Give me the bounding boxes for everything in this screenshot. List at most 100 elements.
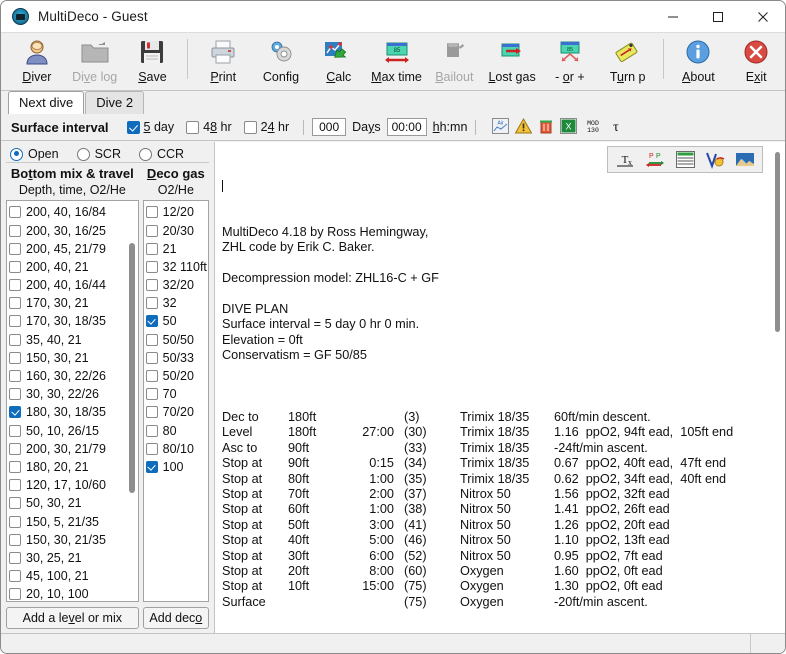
checkbox-box[interactable] bbox=[9, 570, 21, 583]
checkbox-box[interactable] bbox=[9, 351, 21, 364]
deco-gas-listbox[interactable]: 12/20 20/30 21 32 110ft 32/20 32 50 50/50 50/33 5… bbox=[142, 200, 209, 602]
checkbox-box[interactable] bbox=[145, 424, 158, 437]
toolbar-button-about[interactable]: About bbox=[670, 33, 728, 90]
checkbox-box[interactable] bbox=[145, 224, 158, 237]
bottom-mix-item[interactable]: 170, 30, 18/35 bbox=[9, 312, 138, 330]
bottom-mix-item[interactable]: 180, 30, 18/35 bbox=[9, 403, 138, 421]
bottom-mix-item[interactable]: 160, 30, 22/26 bbox=[9, 367, 138, 385]
table-grid-icon[interactable] bbox=[675, 150, 695, 169]
checkbox-box[interactable] bbox=[9, 315, 21, 328]
time-input[interactable]: 00:00 bbox=[386, 118, 427, 136]
checkbox-box[interactable] bbox=[9, 333, 21, 346]
bottom-mix-item[interactable]: 200, 45, 21/79 bbox=[9, 240, 138, 258]
toolbar-button-diver[interactable]: Diver bbox=[8, 33, 66, 90]
deco-gas-item[interactable]: 80 bbox=[145, 421, 208, 439]
checkbox-box[interactable] bbox=[145, 315, 158, 328]
excel-export-icon[interactable]: X bbox=[560, 117, 578, 137]
toolbar-button-plus-minus[interactable]: 85 - or + bbox=[541, 33, 599, 90]
checkbox-box[interactable] bbox=[9, 370, 21, 383]
bottom-mix-item[interactable]: 35, 40, 21 bbox=[9, 331, 138, 349]
profile-graph-icon[interactable] bbox=[705, 150, 725, 169]
checkbox-box[interactable] bbox=[145, 388, 158, 401]
bottom-mix-scrollbar[interactable] bbox=[126, 203, 137, 599]
checkbox-box[interactable] bbox=[145, 279, 158, 292]
checkbox-box[interactable] bbox=[145, 242, 158, 255]
deco-gas-item[interactable]: 50/50 bbox=[145, 331, 208, 349]
checkbox-box[interactable] bbox=[145, 206, 158, 219]
scrollbar-thumb[interactable] bbox=[128, 243, 135, 494]
close-icon[interactable] bbox=[740, 1, 785, 32]
deco-gas-item[interactable]: 70 bbox=[145, 385, 208, 403]
bottom-mix-item[interactable]: 30, 25, 21 bbox=[9, 549, 138, 567]
bottom-mix-listbox[interactable]: 200, 40, 16/84 200, 30, 16/25 200, 45, 21/… bbox=[6, 200, 139, 602]
checkbox-box[interactable] bbox=[145, 297, 158, 310]
checkbox-5-day[interactable]: 5 day bbox=[126, 120, 174, 134]
checkbox-box[interactable] bbox=[145, 442, 158, 455]
air-chart-icon[interactable]: Air bbox=[492, 117, 510, 137]
checkbox-box[interactable] bbox=[9, 224, 21, 237]
checkbox-box[interactable] bbox=[145, 406, 158, 419]
days-input[interactable]: 000 bbox=[312, 118, 347, 136]
bottom-mix-item[interactable]: 150, 5, 21/35 bbox=[9, 512, 138, 530]
checkbox-box[interactable] bbox=[9, 479, 21, 492]
bottom-mix-item[interactable]: 200, 30, 16/25 bbox=[9, 221, 138, 239]
checkbox-box[interactable] bbox=[9, 206, 21, 219]
deco-gas-item[interactable]: 50/20 bbox=[145, 367, 208, 385]
checkbox-box[interactable] bbox=[145, 370, 158, 383]
bottom-mix-item[interactable]: 30, 30, 22/26 bbox=[9, 385, 138, 403]
checkbox-box[interactable] bbox=[9, 551, 21, 564]
checkbox-box[interactable] bbox=[9, 497, 21, 510]
dive-photo-icon[interactable] bbox=[735, 150, 755, 169]
checkbox-box[interactable] bbox=[9, 424, 21, 437]
deco-gas-item[interactable]: 50/33 bbox=[145, 349, 208, 367]
deco-gas-item[interactable]: 21 bbox=[145, 240, 208, 258]
toolbar-button-config[interactable]: Config bbox=[252, 33, 310, 90]
deco-gas-item[interactable]: 32/20 bbox=[145, 276, 208, 294]
toolbar-button-lost-gas[interactable]: Lost gas bbox=[483, 33, 541, 90]
checkbox-48-hr[interactable]: 48 hr bbox=[186, 120, 232, 134]
tau-icon[interactable]: τ bbox=[609, 118, 623, 137]
maximize-icon[interactable] bbox=[695, 1, 740, 32]
bottom-mix-item[interactable]: 150, 30, 21/35 bbox=[9, 531, 138, 549]
mod-130-icon[interactable]: MOD 130 bbox=[583, 118, 603, 137]
tab-next-dive[interactable]: Next dive bbox=[8, 91, 85, 114]
scrollbar-thumb[interactable] bbox=[775, 152, 780, 332]
checkbox-box[interactable] bbox=[9, 279, 21, 292]
checkbox-box[interactable] bbox=[145, 460, 158, 473]
checkbox-box[interactable] bbox=[145, 260, 158, 273]
bottom-mix-item[interactable]: 200, 30, 21/79 bbox=[9, 440, 138, 458]
bottom-mix-item[interactable]: 50, 10, 26/15 bbox=[9, 421, 138, 439]
checkbox-box[interactable] bbox=[9, 260, 21, 273]
bottom-mix-item[interactable]: 200, 40, 16/44 bbox=[9, 276, 138, 294]
deco-gas-item[interactable]: 70/20 bbox=[145, 403, 208, 421]
checkbox-box[interactable] bbox=[9, 515, 21, 528]
bottom-mix-item[interactable]: 180, 20, 21 bbox=[9, 458, 138, 476]
checkbox-box[interactable] bbox=[9, 460, 21, 473]
checkbox-box[interactable] bbox=[9, 533, 21, 546]
bottom-mix-item[interactable]: 120, 17, 10/60 bbox=[9, 476, 138, 494]
tx-trimix-icon[interactable]: T x bbox=[615, 150, 635, 169]
deco-gas-item[interactable]: 20/30 bbox=[145, 221, 208, 239]
deco-gas-item[interactable]: 100 bbox=[145, 458, 208, 476]
toolbar-button-turn-pressure[interactable]: Turn p bbox=[599, 33, 657, 90]
deco-gas-item[interactable]: 32 110ft bbox=[145, 258, 208, 276]
checkbox-box[interactable] bbox=[9, 442, 21, 455]
toolbar-button-max-time[interactable]: 85 Max time bbox=[368, 33, 426, 90]
plan-text-scrollbar[interactable] bbox=[769, 142, 785, 635]
bottom-mix-item[interactable]: 20, 10, 100 bbox=[9, 585, 138, 601]
add-level-or-mix-button[interactable]: Add a le v el or mix bbox=[6, 607, 139, 629]
toolbar-button-exit[interactable]: Exit bbox=[727, 33, 785, 90]
checkbox-box[interactable] bbox=[9, 297, 21, 310]
toolbar-button-save[interactable]: Save bbox=[124, 33, 182, 90]
deco-gas-item[interactable]: 32 bbox=[145, 294, 208, 312]
bottom-mix-item[interactable]: 50, 30, 21 bbox=[9, 494, 138, 512]
trash-can-icon[interactable] bbox=[538, 118, 554, 137]
bottom-mix-item[interactable]: 200, 40, 21 bbox=[9, 258, 138, 276]
deco-gas-item[interactable]: 50 bbox=[145, 312, 208, 330]
dive-plan-text[interactable]: MultiDeco 4.18 by Ross Hemingway, ZHL cod… bbox=[215, 142, 769, 635]
radio-ccr[interactable]: CCR bbox=[139, 147, 184, 161]
radio-scr[interactable]: SCR bbox=[76, 147, 121, 161]
checkbox-box[interactable] bbox=[9, 242, 21, 255]
deco-gas-item[interactable]: 80/10 bbox=[145, 440, 208, 458]
add-deco-button[interactable]: Add dec o bbox=[142, 607, 209, 629]
